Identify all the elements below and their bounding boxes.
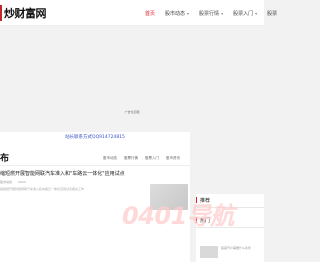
nav-item-label: 股票入门: [233, 10, 254, 17]
nav-item-market-news[interactable]: 股市动态 ▾: [165, 10, 189, 17]
article-thumbnail[interactable]: [150, 184, 188, 210]
site-logo[interactable]: 炒财富网: [0, 4, 47, 22]
nav-item-label: 股市动态: [165, 10, 186, 17]
nav-item-label: 首页: [145, 10, 156, 17]
nav-item-stocks[interactable]: 股票: [267, 10, 277, 17]
recommend-title: 推荐: [196, 194, 264, 208]
tab-stock-news[interactable]: 股市资讯: [166, 156, 180, 161]
chevron-down-icon: ▾: [221, 10, 224, 16]
nav-item-label: 股票行情: [199, 10, 220, 17]
nav-item-quotes[interactable]: 股票行情 ▾: [199, 10, 223, 17]
info-strip: [0, 119, 264, 131]
nav-item-beginner[interactable]: 股票入门 ▾: [233, 10, 257, 17]
logo-text: 炒财富网: [4, 7, 47, 20]
tab-beginner[interactable]: 股票入门: [145, 156, 159, 161]
banner-ad-area[interactable]: 广告位招租: [0, 26, 264, 118]
article-snippet: 缩短燃开展智能网联汽车准入和车路云一体化应用试点相关工作: [0, 187, 85, 191]
hot-item-text[interactable]: 股票开户需要什么条件: [221, 246, 251, 250]
chevron-down-icon: ▾: [255, 10, 258, 16]
tab-market-news[interactable]: 股市动态: [103, 156, 117, 161]
article-category[interactable]: 股市动态: [0, 180, 12, 184]
main-nav: 首页 股市动态 ▾ 股票行情 ▾ 股票入门 ▾ 股票: [145, 0, 287, 26]
chevron-down-icon: ▾: [187, 10, 190, 16]
main-content: 站长联系方式QQ914724815 布 股市动态 股票行情 股票入门 股市资讯 …: [0, 132, 190, 262]
section-header: 布 股市动态 股票行情 股票入门 股市资讯: [0, 150, 190, 166]
site-header: 炒财富网 首页 股市动态 ▾ 股票行情 ▾ 股票入门 ▾ 股票: [0, 0, 277, 26]
tab-quotes[interactable]: 股票行情: [124, 156, 138, 161]
sidebar: 推荐 热门 股票开户需要什么条件: [196, 132, 264, 262]
hot-box: 热门 股票开户需要什么条件: [196, 214, 264, 262]
section-title: 布: [0, 154, 10, 164]
article-meta: 股市动态 2024: [0, 180, 32, 184]
list-item[interactable]: 股票开户需要什么条件: [196, 244, 264, 260]
nav-item-label: 股票: [267, 10, 278, 17]
contact-info[interactable]: 站长联系方式QQ914724815: [0, 134, 190, 140]
section-tabs: 股市动态 股票行情 股票入门 股市资讯: [103, 156, 187, 161]
banner-caption: 广告位招租: [124, 110, 140, 114]
nav-item-home[interactable]: 首页: [145, 10, 155, 17]
article-title[interactable]: 缩短燃开展智能网联汽车准入和"车路云一体化"应用试点: [0, 170, 125, 177]
article-item[interactable]: 缩短燃开展智能网联汽车准入和"车路云一体化"应用试点 股市动态 2024 缩短燃…: [0, 170, 190, 262]
logo-mark: [0, 5, 2, 21]
hot-thumbnail[interactable]: [200, 246, 218, 258]
recommend-box: 推荐: [196, 194, 264, 214]
hot-title: 热门: [196, 214, 264, 228]
article-date: 2024: [18, 180, 26, 184]
